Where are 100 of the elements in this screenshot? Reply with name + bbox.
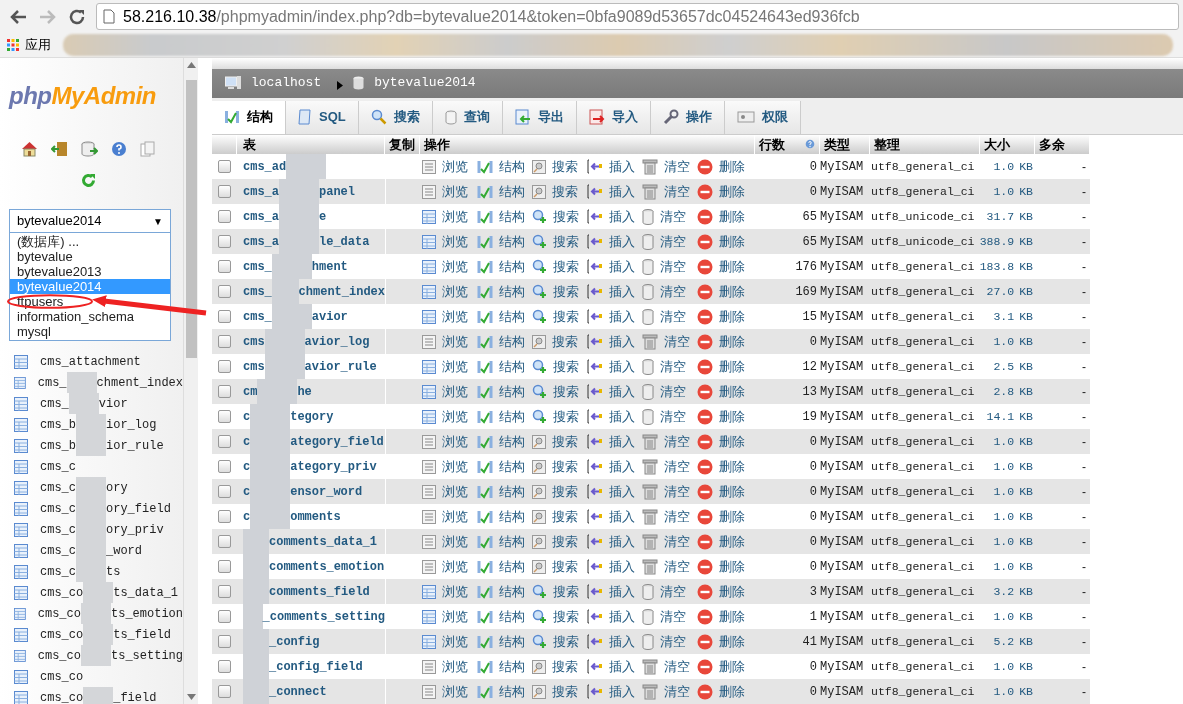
browse-link[interactable]: 浏览: [422, 681, 477, 702]
help-icon[interactable]: [111, 141, 127, 157]
row-checkbox[interactable]: [218, 410, 231, 423]
insert-link[interactable]: 插入: [587, 281, 642, 302]
drop-link[interactable]: 删除: [697, 631, 752, 652]
search-link[interactable]: 搜索: [532, 456, 587, 477]
table-name-link[interactable]: tegory: [290, 407, 334, 426]
drop-link[interactable]: 删除: [697, 681, 752, 702]
insert-link[interactable]: 插入: [587, 181, 642, 202]
table-name-link[interactable]: _config: [269, 632, 320, 651]
reload-icon[interactable]: [68, 7, 86, 26]
drop-link[interactable]: 删除: [697, 481, 752, 502]
table-name-link[interactable]: cms_a: [243, 207, 279, 226]
table-name-link[interactable]: omments: [290, 507, 341, 526]
table-name-link[interactable]: _config_field: [269, 657, 363, 676]
insert-link[interactable]: 插入: [587, 356, 642, 377]
table-link[interactable]: ory: [106, 478, 128, 497]
row-checkbox[interactable]: [218, 360, 231, 373]
table-link[interactable]: ior_rule: [106, 436, 164, 455]
table-link[interactable]: cms_c: [40, 457, 76, 476]
empty-link[interactable]: 清空: [642, 256, 697, 277]
insert-link[interactable]: 插入: [587, 256, 642, 277]
table-name-link[interactable]: cms_a: [243, 182, 279, 201]
search-link[interactable]: 搜索: [532, 656, 587, 677]
table-link[interactable]: ts_field: [113, 625, 171, 644]
structure-link[interactable]: 结构: [477, 231, 532, 252]
row-checkbox[interactable]: [218, 560, 231, 573]
dropdown-option[interactable]: ftpusers: [10, 294, 170, 309]
address-bar[interactable]: 58.216.10.38/phpmyadmin/index.php?db=bytevalue2014&token=0bfa9089d53657dc04524643ed936fcb: [96, 3, 1179, 30]
empty-link[interactable]: 清空: [642, 606, 697, 627]
browse-link[interactable]: 浏览: [422, 631, 477, 652]
drop-link[interactable]: 删除: [697, 256, 752, 277]
table-name-link[interactable]: cms: [243, 332, 265, 351]
scrollbar[interactable]: [183, 58, 198, 704]
table-icon[interactable]: [14, 375, 26, 390]
table-name-link[interactable]: c: [243, 482, 251, 501]
table-name-link[interactable]: c: [243, 457, 251, 476]
table-link[interactable]: ts_setting: [111, 646, 183, 665]
search-link[interactable]: 搜索: [532, 481, 587, 502]
table-link[interactable]: cms_b: [40, 436, 76, 455]
empty-link[interactable]: 清空: [642, 356, 697, 377]
browse-link[interactable]: 浏览: [422, 406, 477, 427]
row-checkbox[interactable]: [218, 485, 231, 498]
table-link[interactable]: cms_co: [40, 667, 84, 686]
table-name-link[interactable]: e: [319, 207, 327, 226]
browse-link[interactable]: 浏览: [422, 556, 477, 577]
table-icon[interactable]: [14, 564, 28, 579]
browse-link[interactable]: 浏览: [422, 381, 477, 402]
insert-link[interactable]: 插入: [587, 506, 642, 527]
empty-link[interactable]: 清空: [642, 581, 697, 602]
tab[interactable]: 操作: [650, 100, 725, 134]
row-checkbox[interactable]: [218, 635, 231, 648]
search-link[interactable]: 搜索: [532, 506, 587, 527]
table-link[interactable]: cms_c: [40, 520, 76, 539]
insert-link[interactable]: 插入: [587, 481, 642, 502]
table-name-link[interactable]: cms_ad: [243, 157, 287, 176]
row-checkbox[interactable]: [218, 285, 231, 298]
table-link[interactable]: cms_attachment: [40, 352, 141, 371]
insert-link[interactable]: 插入: [587, 431, 642, 452]
search-link[interactable]: 搜索: [532, 431, 587, 452]
row-checkbox[interactable]: [218, 185, 231, 198]
home-icon[interactable]: [21, 141, 38, 157]
drop-link[interactable]: 删除: [697, 431, 752, 452]
row-checkbox[interactable]: [218, 510, 231, 523]
row-checkbox[interactable]: [218, 210, 231, 223]
structure-link[interactable]: 结构: [477, 356, 532, 377]
table-name-link[interactable]: cms: [243, 357, 265, 376]
browse-link[interactable]: 浏览: [422, 256, 477, 277]
structure-link[interactable]: 结构: [477, 556, 532, 577]
table-link[interactable]: _word: [106, 541, 143, 560]
browse-link[interactable]: 浏览: [422, 506, 477, 527]
table-icon[interactable]: [14, 501, 28, 516]
row-checkbox[interactable]: [218, 660, 231, 673]
browse-link[interactable]: 浏览: [422, 606, 477, 627]
table-icon[interactable]: [14, 438, 28, 453]
table-icon[interactable]: [14, 354, 28, 369]
row-checkbox[interactable]: [218, 435, 231, 448]
table-link[interactable]: cms_co: [37, 604, 81, 623]
insert-link[interactable]: 插入: [587, 456, 642, 477]
table-name-link[interactable]: comments_data_1: [269, 532, 378, 551]
structure-link[interactable]: 结构: [477, 656, 532, 677]
row-checkbox[interactable]: [218, 160, 231, 173]
table-link[interactable]: cms_c: [40, 562, 76, 581]
empty-link[interactable]: 清空: [642, 406, 697, 427]
search-link[interactable]: 搜索: [532, 356, 587, 377]
table-icon[interactable]: [14, 522, 28, 537]
search-link[interactable]: 搜索: [532, 231, 587, 252]
drop-link[interactable]: 删除: [697, 181, 752, 202]
tab[interactable]: 导入: [576, 100, 651, 134]
table-icon[interactable]: [14, 585, 28, 600]
table-icon[interactable]: [14, 627, 28, 642]
drop-link[interactable]: 删除: [697, 606, 752, 627]
empty-link[interactable]: 清空: [642, 531, 697, 552]
table-name-link[interactable]: cms_: [243, 257, 272, 276]
column-header[interactable]: 大小: [984, 134, 1010, 154]
table-name-link[interactable]: avior_rule: [304, 357, 377, 376]
drop-link[interactable]: 删除: [697, 331, 752, 352]
drop-link[interactable]: 删除: [697, 506, 752, 527]
empty-link[interactable]: 清空: [642, 556, 697, 577]
column-header[interactable]: 表: [243, 134, 256, 154]
